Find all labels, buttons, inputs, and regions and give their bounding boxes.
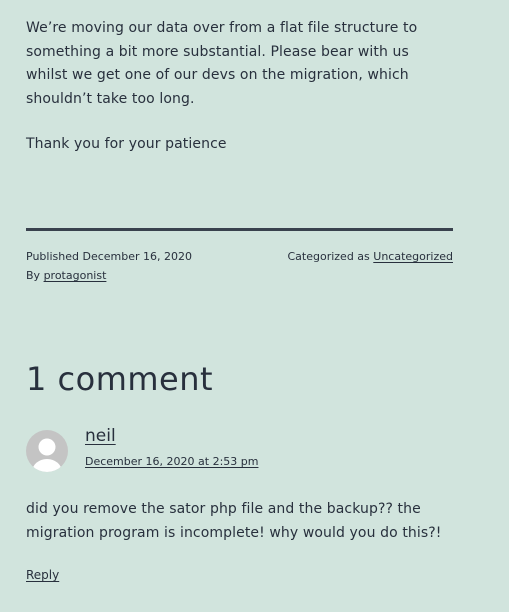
- reply-link[interactable]: Reply: [26, 568, 59, 583]
- post-footer-divider: [26, 228, 453, 231]
- comment-date-link[interactable]: December 16, 2020 at 2:53 pm: [85, 455, 258, 469]
- author-link[interactable]: protagonist: [44, 269, 107, 282]
- posted-on: Published December 16, 2020: [26, 250, 192, 264]
- post-paragraph: We’re moving our data over from a flat f…: [26, 20, 418, 107]
- published-prefix: Published: [26, 250, 79, 263]
- posted-by: By protagonist: [26, 269, 106, 283]
- avatar: [26, 430, 68, 472]
- by-prefix: By: [26, 269, 41, 282]
- comments-title: 1 comment: [26, 360, 214, 398]
- published-date: December 16, 2020: [82, 250, 192, 263]
- category-link[interactable]: Uncategorized: [373, 250, 453, 263]
- category-prefix: Categorized as: [287, 250, 370, 263]
- post-paragraph: Thank you for your patience: [26, 136, 227, 152]
- user-silhouette-icon: [32, 438, 62, 472]
- comment-author-link[interactable]: neil: [85, 425, 116, 447]
- comment-body: did you remove the sator php file and th…: [26, 501, 442, 541]
- categories: Categorized as Uncategorized: [287, 250, 453, 264]
